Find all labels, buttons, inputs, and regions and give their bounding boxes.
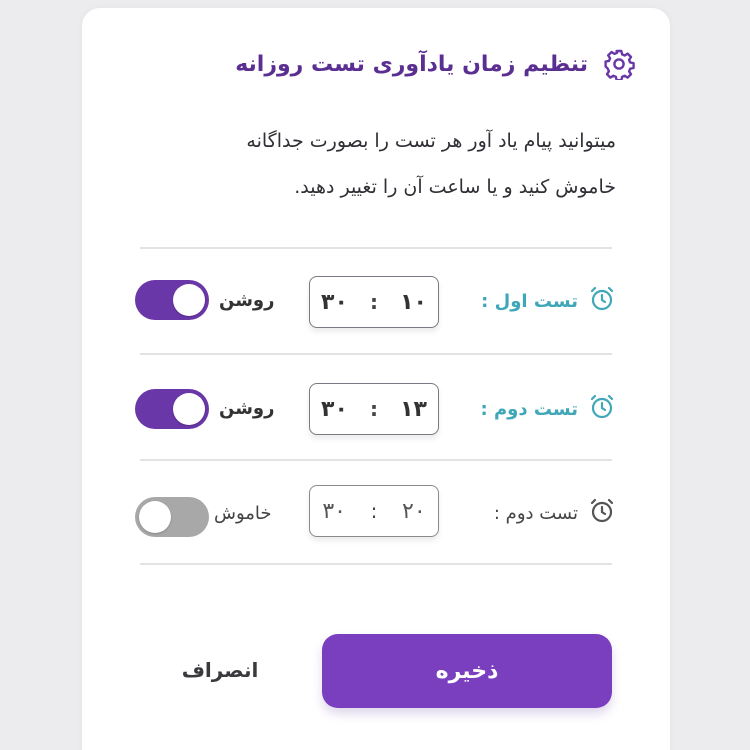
- reminder-toggle-1[interactable]: [135, 280, 209, 320]
- header: تنظیم زمان یادآوری تست روزانه: [235, 44, 636, 84]
- page-title: تنظیم زمان یادآوری تست روزانه: [235, 51, 588, 77]
- toggle-knob: [173, 393, 205, 425]
- minute-value[interactable]: ۳۰: [321, 397, 348, 422]
- reminder-row-2-label: تست دوم :: [481, 392, 616, 426]
- description: میتوانید پیام یاد آور هر تست را بصورت جد…: [176, 118, 616, 210]
- hour-value[interactable]: ۲۰: [402, 499, 426, 524]
- description-line-2: خاموش کنید و یا ساعت آن را تغییر دهید.: [294, 176, 616, 198]
- reminder-row-3-label: تست دوم :: [494, 496, 616, 530]
- toggle-knob: [173, 284, 205, 316]
- divider: [140, 563, 612, 565]
- divider: [140, 247, 612, 249]
- time-separator: :: [370, 397, 378, 421]
- time-picker-2[interactable]: ۳۰ : ۱۳: [309, 383, 439, 435]
- reminder-row-1-label: تست اول :: [481, 284, 616, 318]
- reminder-toggle-3[interactable]: [135, 497, 209, 537]
- hour-value[interactable]: ۱۰: [400, 290, 427, 315]
- reminder-toggle-2[interactable]: [135, 389, 209, 429]
- description-line-1: میتوانید پیام یاد آور هر تست را بصورت جد…: [246, 130, 616, 152]
- screen: تنظیم زمان یادآوری تست روزانه میتوانید پ…: [0, 0, 750, 750]
- minute-value[interactable]: ۳۰: [322, 499, 346, 524]
- toggle-state-label: روشن: [219, 398, 275, 419]
- divider: [140, 459, 612, 461]
- alarm-clock-icon: [588, 285, 616, 317]
- divider: [140, 353, 612, 355]
- time-picker-3[interactable]: ۳۰ : ۲۰: [309, 485, 439, 537]
- toggle-state-label: خاموش: [214, 503, 272, 524]
- time-separator: :: [370, 290, 378, 314]
- toggle-knob: [139, 501, 171, 533]
- toggle-state-label: روشن: [219, 290, 275, 311]
- hour-value[interactable]: ۱۳: [400, 397, 427, 422]
- alarm-clock-icon: [588, 393, 616, 425]
- reminder-label: تست دوم :: [493, 502, 578, 524]
- time-picker-1[interactable]: ۳۰ : ۱۰: [309, 276, 439, 328]
- reminder-label: تست دوم :: [480, 398, 578, 420]
- reminder-label: تست اول :: [481, 290, 578, 312]
- alarm-clock-icon: [588, 497, 616, 529]
- minute-value[interactable]: ۳۰: [321, 290, 348, 315]
- time-separator: :: [370, 499, 378, 523]
- gear-icon: [602, 47, 636, 81]
- save-button[interactable]: ذخیره: [322, 634, 612, 708]
- cancel-button[interactable]: انصراف: [176, 650, 264, 690]
